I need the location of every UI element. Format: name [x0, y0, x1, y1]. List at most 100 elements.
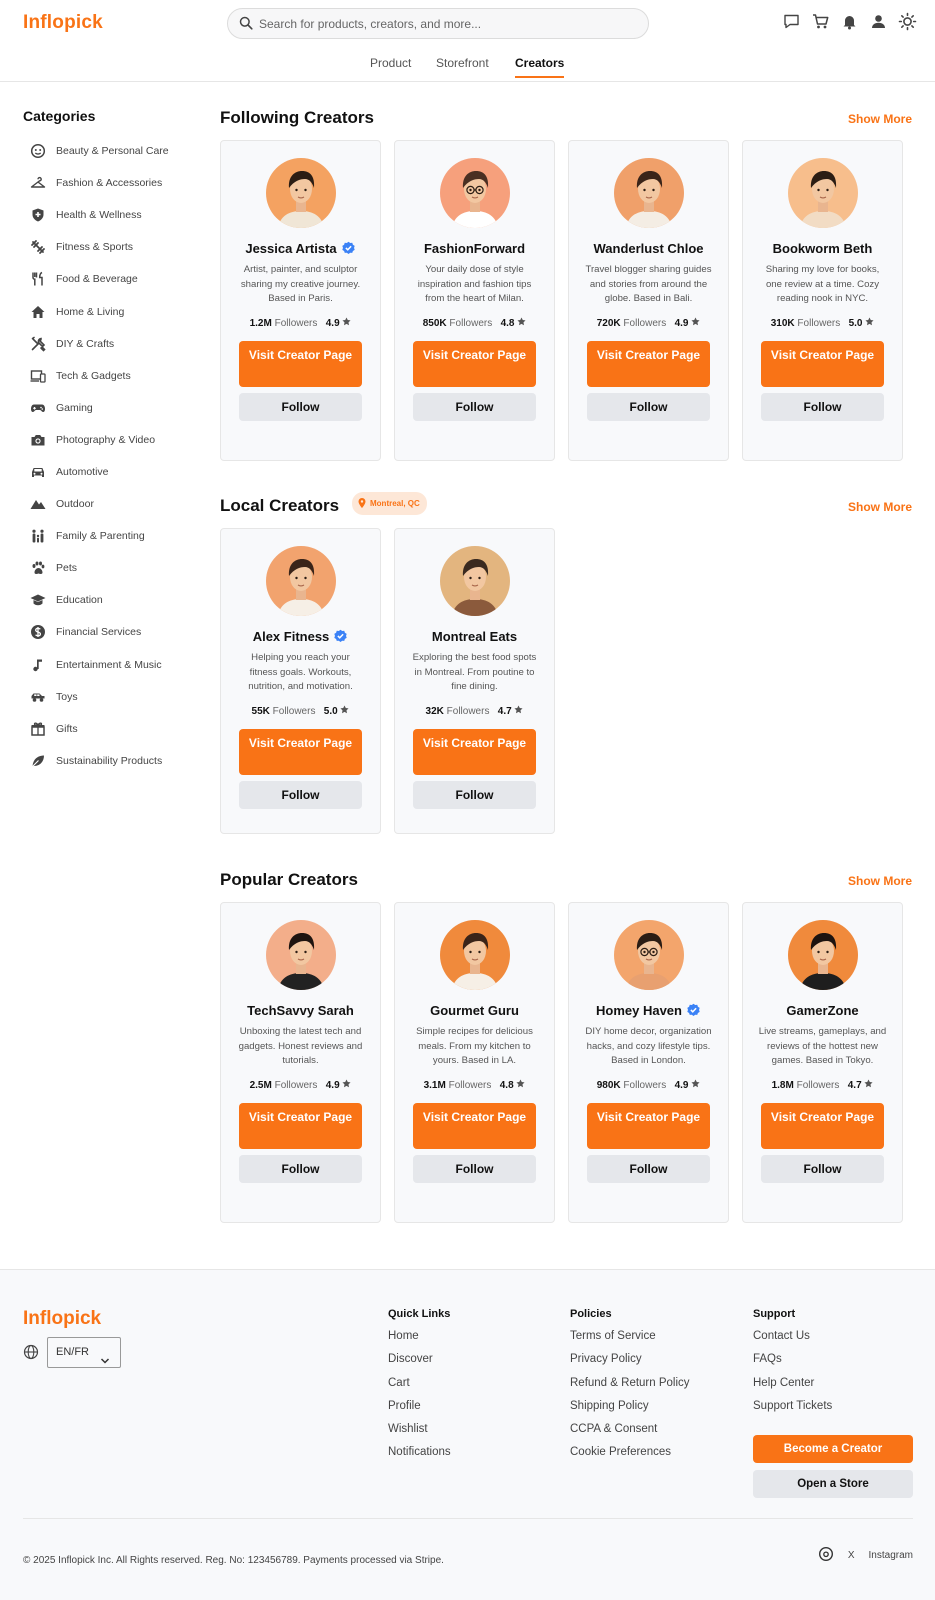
show-more-link[interactable]: Show More [848, 500, 912, 514]
footer-link[interactable]: Refund & Return Policy [570, 1377, 690, 1400]
follow-button[interactable]: Follow [413, 1154, 536, 1183]
avatar[interactable] [440, 546, 510, 616]
language-select[interactable]: EN/FR [47, 1337, 121, 1368]
creator-name[interactable]: TechSavvy Sarah [247, 1003, 354, 1018]
follow-button[interactable]: Follow [239, 1154, 362, 1183]
logo[interactable]: Inflopick [23, 12, 103, 34]
footer-link[interactable]: CCPA & Consent [570, 1423, 690, 1446]
footer-link[interactable]: Wishlist [388, 1423, 451, 1446]
bell-icon[interactable] [840, 12, 859, 31]
sidebar-item[interactable]: Outdoor [23, 488, 193, 520]
creator-name[interactable]: Bookworm Beth [773, 241, 873, 256]
visit-creator-button[interactable]: Visit Creator Page [413, 1102, 536, 1149]
sidebar-item[interactable]: Food & Beverage [23, 263, 193, 295]
footer-link[interactable]: Help Center [753, 1377, 832, 1400]
footer-link[interactable]: Support Tickets [753, 1400, 832, 1423]
creator-name[interactable]: Montreal Eats [432, 629, 517, 644]
creator-name[interactable]: Jessica Artista [245, 241, 336, 256]
visit-creator-button[interactable]: Visit Creator Page [413, 728, 536, 775]
instagram-link[interactable]: Instagram [869, 1550, 913, 1561]
footer-link[interactable]: FAQs [753, 1353, 832, 1376]
creator-name[interactable]: Homey Haven [596, 1003, 682, 1018]
footer-link[interactable]: Discover [388, 1353, 451, 1376]
sidebar-item[interactable]: Family & Parenting [23, 520, 193, 552]
visit-creator-button[interactable]: Visit Creator Page [761, 340, 884, 387]
sidebar-item[interactable]: Gifts [23, 713, 193, 745]
threads-icon[interactable] [818, 1546, 834, 1565]
visit-creator-button[interactable]: Visit Creator Page [587, 1102, 710, 1149]
sidebar-item[interactable]: Gaming [23, 392, 193, 424]
avatar[interactable] [440, 920, 510, 990]
follow-button[interactable]: Follow [587, 392, 710, 421]
user-icon[interactable] [869, 12, 888, 31]
cart-icon[interactable] [811, 12, 830, 31]
visit-creator-button[interactable]: Visit Creator Page [239, 728, 362, 775]
sidebar-item[interactable]: Health & Wellness [23, 199, 193, 231]
footer-logo[interactable]: Inflopick [23, 1308, 101, 1330]
sidebar-item[interactable]: Fitness & Sports [23, 231, 193, 263]
creator-name[interactable]: FashionForward [424, 241, 525, 256]
sidebar-item[interactable]: Entertainment & Music [23, 649, 193, 681]
avatar[interactable] [440, 158, 510, 228]
follow-button[interactable]: Follow [239, 780, 362, 809]
search-bar[interactable]: Search for products, creators, and more.… [227, 8, 649, 39]
footer-link[interactable]: Cart [388, 1377, 451, 1400]
sidebar-item[interactable]: Fashion & Accessories [23, 167, 193, 199]
footer-link[interactable]: Privacy Policy [570, 1353, 690, 1376]
sidebar-item[interactable]: Tech & Gadgets [23, 360, 193, 392]
footer-link[interactable]: Contact Us [753, 1330, 832, 1353]
avatar[interactable] [266, 920, 336, 990]
show-more-link[interactable]: Show More [848, 874, 912, 888]
follow-button[interactable]: Follow [413, 780, 536, 809]
sidebar-item[interactable]: DIY & Crafts [23, 328, 193, 360]
show-more-link[interactable]: Show More [848, 112, 912, 126]
tab-creators[interactable]: Creators [515, 56, 565, 78]
sun-icon[interactable] [898, 12, 917, 31]
visit-creator-button[interactable]: Visit Creator Page [761, 1102, 884, 1149]
footer-link[interactable]: Home [388, 1330, 451, 1353]
avatar[interactable] [614, 158, 684, 228]
star-icon [516, 1078, 525, 1091]
sidebar-item[interactable]: Automotive [23, 456, 193, 488]
footer-link[interactable]: Terms of Service [570, 1330, 690, 1353]
creator-name[interactable]: GamerZone [786, 1003, 858, 1018]
creator-stats: 1.2M Followers 4.9 [221, 316, 380, 329]
search-input[interactable]: Search for products, creators, and more.… [259, 17, 481, 31]
tab-product[interactable]: Product [370, 56, 411, 70]
sidebar-item[interactable]: Pets [23, 552, 193, 584]
become-creator-button[interactable]: Become a Creator [753, 1435, 913, 1463]
sidebar-item[interactable]: Beauty & Personal Care [23, 135, 193, 167]
sidebar-title: Categories [23, 108, 96, 124]
creator-name[interactable]: Wanderlust Chloe [593, 241, 703, 256]
sidebar-item[interactable]: Financial Services [23, 616, 193, 648]
visit-creator-button[interactable]: Visit Creator Page [413, 340, 536, 387]
visit-creator-button[interactable]: Visit Creator Page [239, 1102, 362, 1149]
footer-link[interactable]: Cookie Preferences [570, 1446, 690, 1469]
message-icon[interactable] [782, 12, 801, 31]
follow-button[interactable]: Follow [239, 392, 362, 421]
sidebar-item[interactable]: Education [23, 584, 193, 616]
avatar[interactable] [788, 920, 858, 990]
creator-name[interactable]: Alex Fitness [253, 629, 330, 644]
avatar[interactable] [614, 920, 684, 990]
sidebar-item[interactable]: Toys [23, 681, 193, 713]
avatar[interactable] [266, 546, 336, 616]
sidebar-item[interactable]: Home & Living [23, 295, 193, 327]
footer-link[interactable]: Profile [388, 1400, 451, 1423]
follow-button[interactable]: Follow [761, 1154, 884, 1183]
follow-button[interactable]: Follow [587, 1154, 710, 1183]
follow-button[interactable]: Follow [761, 392, 884, 421]
footer-link[interactable]: Shipping Policy [570, 1400, 690, 1423]
open-store-button[interactable]: Open a Store [753, 1470, 913, 1498]
tab-storefront[interactable]: Storefront [436, 56, 489, 70]
creator-name[interactable]: Gourmet Guru [430, 1003, 519, 1018]
avatar[interactable] [266, 158, 336, 228]
visit-creator-button[interactable]: Visit Creator Page [587, 340, 710, 387]
footer-link[interactable]: Notifications [388, 1446, 451, 1469]
follow-button[interactable]: Follow [413, 392, 536, 421]
x-link[interactable]: X [848, 1550, 855, 1561]
sidebar-item[interactable]: Photography & Video [23, 424, 193, 456]
avatar[interactable] [788, 158, 858, 228]
sidebar-item[interactable]: Sustainability Products [23, 745, 193, 777]
visit-creator-button[interactable]: Visit Creator Page [239, 340, 362, 387]
